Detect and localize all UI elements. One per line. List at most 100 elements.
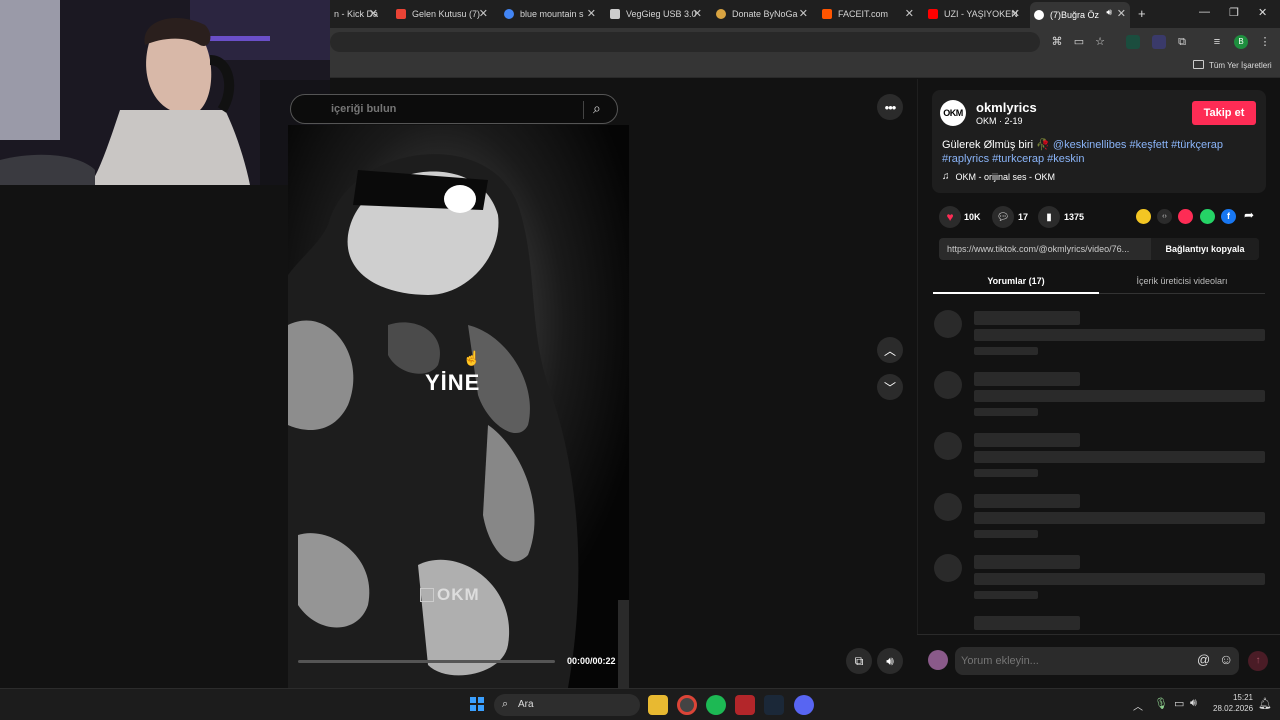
tab-faceit[interactable]: FACEIT.com ✕: [818, 4, 918, 24]
follow-button[interactable]: Takip et: [1192, 101, 1256, 125]
search-icon[interactable]: ⌕: [593, 100, 601, 117]
search-input[interactable]: [331, 101, 571, 117]
cast-icon[interactable]: ▭: [1072, 35, 1086, 49]
skeleton-line: [974, 451, 1265, 463]
notification-bell-icon[interactable]: 🔔︎: [1258, 697, 1272, 710]
close-icon[interactable]: ✕: [905, 7, 914, 20]
gmail-icon: [396, 9, 406, 19]
floating-player-button[interactable]: ⧉: [846, 648, 872, 674]
skeleton-line: [974, 555, 1080, 569]
skeleton-line: [974, 494, 1080, 508]
spotify-icon[interactable]: [706, 695, 726, 715]
emoji-icon[interactable]: ☺: [1219, 651, 1233, 667]
tab-kick[interactable]: n - Kick Da ✕: [330, 4, 382, 24]
extension-icon[interactable]: [1126, 35, 1140, 49]
chrome-icon[interactable]: [677, 695, 697, 715]
previous-video-button[interactable]: ︿: [877, 337, 903, 363]
file-explorer-icon[interactable]: [648, 695, 668, 715]
send-icon[interactable]: [1178, 209, 1193, 224]
tab-comments[interactable]: Yorumlar (17): [933, 270, 1099, 294]
puzzle-icon[interactable]: ⧉: [1175, 35, 1189, 49]
like-button[interactable]: ♥: [939, 206, 961, 228]
network-icon[interactable]: ▭: [1174, 697, 1184, 710]
steam-icon[interactable]: [764, 695, 784, 715]
volume-button[interactable]: 🔊︎: [877, 648, 903, 674]
tab-blue-mountain[interactable]: blue mountain s ✕: [500, 4, 600, 24]
volume-icon[interactable]: 🔊︎: [1190, 697, 1197, 710]
tab-veggieg[interactable]: VegGieg USB 3.0 ✕: [606, 4, 706, 24]
music-link[interactable]: ♫ OKM - orijinal ses - OKM: [942, 171, 1055, 182]
comment-icon: 💬︎: [996, 211, 1010, 223]
windows-taskbar: ⌕ Ara ︿ 🎙︎ ▭ 🔊︎ 15:21 28.02.2026 🔔︎: [0, 688, 1280, 720]
heart-icon: ♥: [946, 210, 954, 224]
search-bar[interactable]: ⌕: [290, 94, 618, 124]
google-icon: [504, 9, 514, 19]
comment-input[interactable]: [961, 653, 1181, 669]
all-bookmarks-link[interactable]: Tüm Yer İşaretleri: [1209, 61, 1272, 70]
copy-link-button[interactable]: Bağlantıyı kopyala: [1151, 238, 1259, 260]
whatsapp-icon[interactable]: [1200, 209, 1215, 224]
skeleton-line: [974, 372, 1080, 386]
tab-tiktok-active[interactable]: (7)Buğra Öz 🔊︎ ✕: [1030, 2, 1130, 28]
app-icon[interactable]: [735, 695, 755, 715]
close-icon[interactable]: ✕: [799, 7, 808, 20]
tab-youtube[interactable]: UZI - YAŞIYOKEN ✕: [924, 4, 1024, 24]
video-url[interactable]: https://www.tiktok.com/@okmlyrics/video/…: [947, 244, 1151, 254]
skeleton-line: [974, 591, 1038, 599]
restore-icon[interactable]: ❐: [1229, 6, 1239, 19]
caption-hashtags[interactable]: #raplyrics #turkcerap #keskin: [942, 153, 1084, 165]
window-close-icon[interactable]: ✕: [1258, 6, 1267, 19]
speaker-icon[interactable]: 🔊︎: [1106, 7, 1112, 18]
next-video-button[interactable]: ﹀: [877, 374, 903, 400]
coin-icon[interactable]: [1136, 209, 1151, 224]
share-arrow-icon[interactable]: ➦: [1244, 208, 1254, 222]
creator-avatar[interactable]: OKM: [940, 100, 966, 126]
video-watermark: OKM: [420, 585, 480, 605]
microphone-icon[interactable]: 🎙︎: [1154, 697, 1168, 710]
close-icon[interactable]: ✕: [369, 7, 378, 20]
video-progress-track[interactable]: [298, 660, 555, 663]
tab-donate[interactable]: Donate ByNoGa ✕: [712, 4, 812, 24]
comment-input-box[interactable]: @ ☺: [955, 647, 1239, 675]
discord-icon[interactable]: [794, 695, 814, 715]
close-icon[interactable]: ✕: [587, 7, 596, 20]
folder-icon: [1193, 60, 1204, 69]
close-icon[interactable]: ✕: [693, 7, 702, 20]
music-note-icon: ♫: [942, 171, 950, 182]
save-button[interactable]: ▮: [1038, 206, 1060, 228]
skeleton-line: [974, 347, 1038, 355]
send-comment-button[interactable]: ↑: [1248, 651, 1268, 671]
windows-start-icon[interactable]: [470, 697, 484, 711]
taskbar-search[interactable]: ⌕ Ara: [494, 694, 640, 716]
youtube-icon: [928, 9, 938, 19]
user-avatar[interactable]: [928, 650, 948, 670]
creator-username[interactable]: okmlyrics: [976, 100, 1037, 115]
clock[interactable]: 15:21 28.02.2026: [1213, 692, 1253, 714]
close-icon[interactable]: ✕: [1117, 7, 1126, 20]
comment-button[interactable]: 💬︎: [992, 206, 1014, 228]
tab-gmail[interactable]: Gelen Kutusu (7) ✕: [392, 4, 492, 24]
new-tab-button[interactable]: +: [1138, 6, 1146, 21]
more-vertical-icon[interactable]: ⋮: [1258, 35, 1272, 49]
minimize-icon[interactable]: —: [1199, 6, 1210, 18]
video-player[interactable]: YİNE OKM 00:00/00:22: [288, 125, 629, 688]
tab-creator-videos[interactable]: İçerik üreticisi videoları: [1099, 270, 1265, 294]
okm-logo-icon: [420, 588, 434, 602]
address-bar[interactable]: [330, 32, 1040, 52]
skeleton-line: [974, 530, 1038, 538]
more-options-button[interactable]: •••: [877, 94, 903, 120]
bookmark-star-icon[interactable]: ☆: [1093, 35, 1107, 49]
skeleton-line: [974, 311, 1080, 325]
profile-avatar[interactable]: B: [1234, 35, 1248, 49]
chevron-up-icon[interactable]: ︿: [1133, 698, 1143, 713]
extension-icon[interactable]: [1152, 35, 1166, 49]
translate-icon[interactable]: ⌘: [1050, 35, 1064, 49]
facebook-icon[interactable]: f: [1221, 209, 1236, 224]
embed-icon[interactable]: ‹›: [1157, 209, 1172, 224]
caption-hashtags[interactable]: @keskinellibes #keşfett #türkçerap: [1053, 139, 1223, 151]
close-icon[interactable]: ✕: [1011, 7, 1020, 20]
media-icon[interactable]: ≡: [1210, 35, 1224, 49]
close-icon[interactable]: ✕: [479, 7, 488, 20]
webcam-overlay: [0, 0, 330, 185]
mention-icon[interactable]: @: [1197, 652, 1210, 667]
